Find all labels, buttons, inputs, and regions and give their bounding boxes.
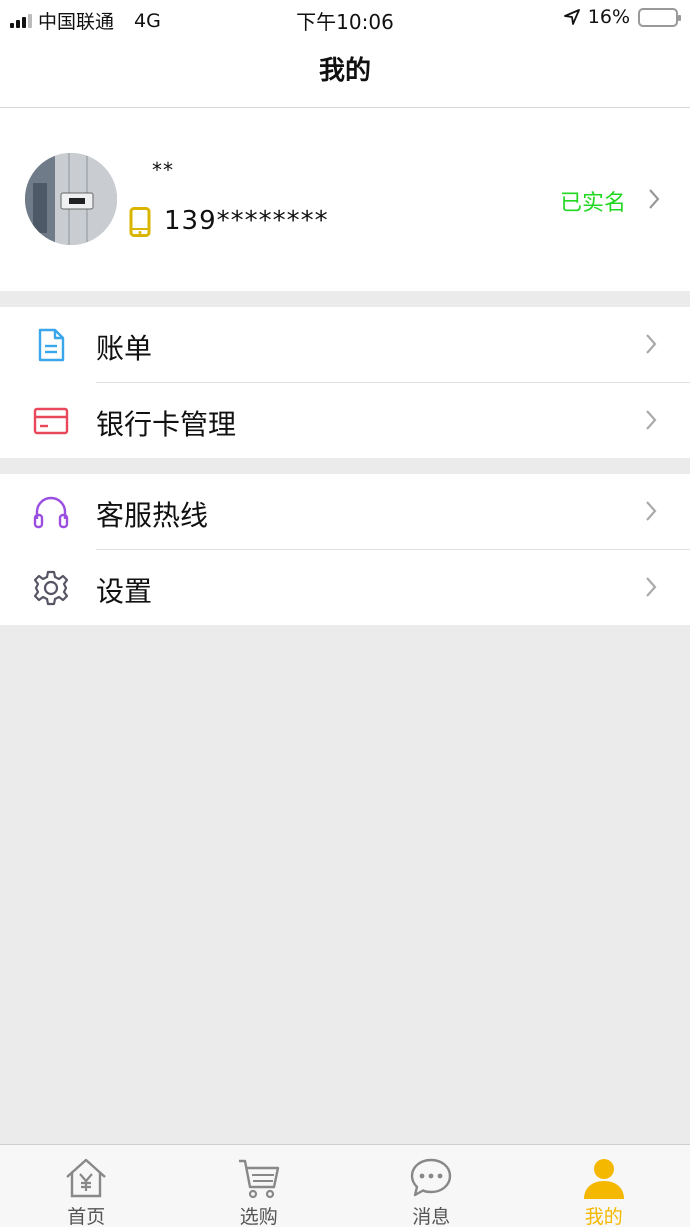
- menu-group-support: 客服热线 设置: [0, 474, 690, 625]
- bank-card-icon: [33, 407, 69, 435]
- menu-item-bank-card[interactable]: 银行卡管理: [0, 383, 690, 458]
- menu-label-bank-card: 银行卡管理: [96, 408, 237, 441]
- status-right: 16%: [563, 6, 681, 28]
- home-yen-icon: [66, 1158, 107, 1198]
- page-title: 我的: [318, 56, 371, 86]
- headset-icon: [33, 496, 69, 529]
- menu-item-settings[interactable]: 设置: [0, 550, 690, 625]
- bill-document-icon: [38, 328, 65, 362]
- chevron-right-icon: [649, 189, 660, 209]
- battery-icon: [638, 7, 681, 27]
- menu-item-hotline[interactable]: 客服热线: [0, 474, 690, 549]
- tab-bar: 首页 选购 消息 我的: [0, 1144, 690, 1227]
- status-bar: 中国联通 4G 下午10:06 16%: [0, 0, 690, 36]
- shopping-cart-icon: [238, 1159, 279, 1199]
- verification-status[interactable]: 已实名: [560, 185, 626, 217]
- tab-mine[interactable]: 我的: [518, 1145, 690, 1227]
- chevron-right-icon: [646, 501, 657, 521]
- menu-label-settings: 设置: [96, 575, 153, 608]
- menu-label-bill: 账单: [96, 332, 153, 365]
- profile-card[interactable]: ** 139******** 已实名: [0, 108, 690, 291]
- phone-number: 139********: [164, 206, 329, 236]
- mobile-phone-icon: [129, 207, 151, 237]
- tab-shop[interactable]: 选购: [173, 1145, 346, 1227]
- chevron-right-icon: [646, 410, 657, 430]
- tab-messages[interactable]: 消息: [345, 1145, 518, 1227]
- gear-icon: [33, 570, 69, 606]
- menu-group-account: 账单 银行卡管理: [0, 307, 690, 458]
- battery-percent: 16%: [587, 6, 630, 28]
- tab-label-home: 首页: [67, 1206, 106, 1227]
- location-arrow-icon: [563, 9, 580, 25]
- chevron-right-icon: [646, 334, 657, 354]
- user-icon: [583, 1159, 624, 1199]
- avatar-photo: [25, 153, 117, 245]
- navigation-bar: 我的: [0, 36, 690, 108]
- tab-label-messages: 消息: [412, 1206, 451, 1227]
- username: **: [152, 158, 174, 182]
- menu-label-hotline: 客服热线: [96, 499, 209, 532]
- tab-label-mine: 我的: [584, 1206, 623, 1227]
- chat-bubble-icon: [411, 1158, 452, 1197]
- tab-home[interactable]: 首页: [0, 1145, 173, 1227]
- tab-label-shop: 选购: [239, 1206, 278, 1227]
- chevron-right-icon: [646, 577, 657, 597]
- menu-item-bill[interactable]: 账单: [0, 307, 690, 382]
- avatar[interactable]: [25, 153, 117, 245]
